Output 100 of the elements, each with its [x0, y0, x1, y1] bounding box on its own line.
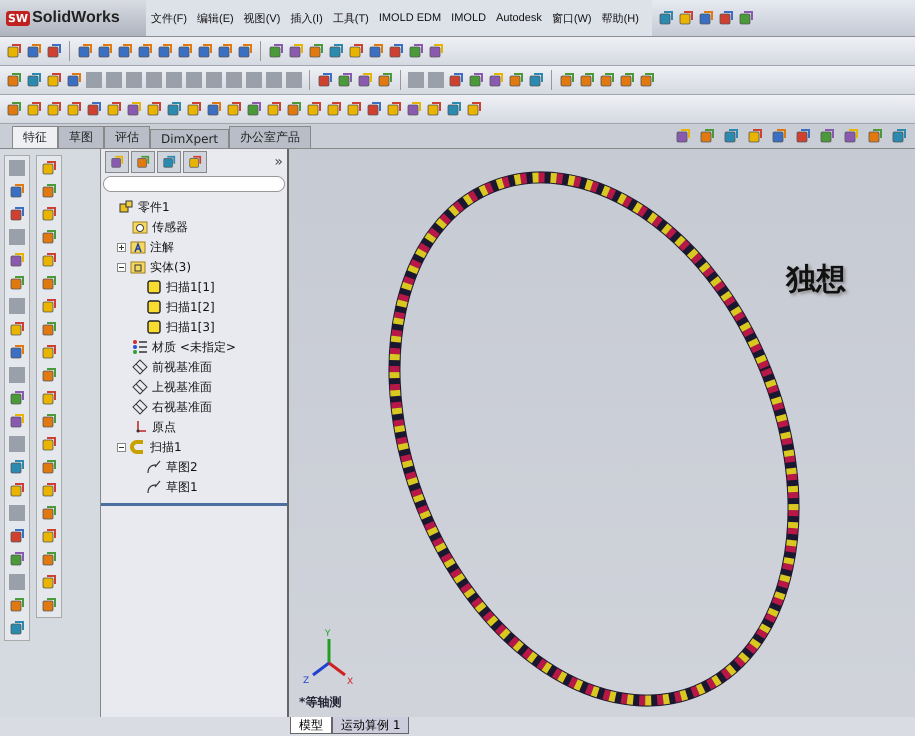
ribbon-tab[interactable]: DimXpert: [150, 129, 230, 148]
tool-icon[interactable]: [226, 101, 242, 117]
tool-icon[interactable]: [9, 206, 25, 222]
expand-toggle-icon[interactable]: [117, 242, 126, 252]
menu-item[interactable]: 视图(V): [238, 8, 286, 28]
tool-icon[interactable]: [41, 390, 57, 406]
tool-icon[interactable]: [186, 101, 202, 117]
tool-icon[interactable]: [508, 72, 524, 88]
tool-icon[interactable]: [41, 275, 57, 291]
menu-item[interactable]: 窗口(W): [546, 8, 597, 28]
panel-tab[interactable]: [105, 151, 129, 173]
tool-icon[interactable]: [41, 321, 57, 337]
tool-icon[interactable]: [117, 43, 133, 59]
ribbon-tab[interactable]: 特征: [12, 126, 58, 148]
tool-icon[interactable]: [41, 551, 57, 567]
tool-icon[interactable]: [137, 43, 153, 59]
tool-icon[interactable]: [337, 72, 353, 88]
collapse-toggle-icon[interactable]: [117, 262, 126, 272]
tool-icon[interactable]: [377, 72, 393, 88]
tool-icon[interactable]: [66, 72, 82, 88]
tool-icon[interactable]: [246, 101, 262, 117]
tree-item-label[interactable]: 上视基准面: [152, 378, 212, 396]
menu-item[interactable]: 工具(T): [328, 8, 374, 28]
tool-icon[interactable]: [468, 72, 484, 88]
ribbon-tab[interactable]: 办公室产品: [229, 126, 312, 148]
tool-icon[interactable]: [41, 344, 57, 360]
tool-icon[interactable]: [619, 72, 635, 88]
menu-item[interactable]: IMOLD: [446, 10, 492, 26]
tool-icon[interactable]: [110, 155, 124, 169]
tool-icon[interactable]: [46, 101, 62, 117]
tool-icon[interactable]: [217, 43, 233, 59]
tool-icon[interactable]: [9, 482, 25, 498]
tool-icon[interactable]: [448, 72, 464, 88]
tool-icon[interactable]: [771, 128, 787, 144]
tool-icon[interactable]: [528, 72, 544, 88]
tool-icon[interactable]: [6, 101, 22, 117]
tool-icon[interactable]: [41, 459, 57, 475]
tool-icon[interactable]: [579, 72, 595, 88]
tool-icon[interactable]: [237, 43, 253, 59]
tree-item-label[interactable]: 实体(3): [150, 258, 191, 276]
tool-icon[interactable]: [157, 43, 173, 59]
tool-icon[interactable]: [328, 43, 344, 59]
tool-icon[interactable]: [41, 206, 57, 222]
tool-icon[interactable]: [317, 72, 333, 88]
tool-icon[interactable]: [126, 101, 142, 117]
tool-icon[interactable]: [9, 413, 25, 429]
tool-icon[interactable]: [348, 43, 364, 59]
tool-icon[interactable]: [699, 128, 715, 144]
tool-icon[interactable]: [288, 43, 304, 59]
tool-icon[interactable]: [9, 275, 25, 291]
tool-icon[interactable]: [738, 10, 754, 26]
tool-icon[interactable]: [162, 155, 176, 169]
tool-icon[interactable]: [843, 128, 859, 144]
tool-icon[interactable]: [426, 101, 442, 117]
tool-icon[interactable]: [9, 551, 25, 567]
tool-icon[interactable]: [698, 10, 714, 26]
tool-icon[interactable]: [197, 43, 213, 59]
panel-tab[interactable]: [131, 151, 155, 173]
tool-icon[interactable]: [41, 252, 57, 268]
menu-item[interactable]: 帮助(H): [596, 8, 644, 28]
panel-tab[interactable]: [157, 151, 181, 173]
tool-icon[interactable]: [266, 101, 282, 117]
tree-item-label[interactable]: 传感器: [152, 218, 188, 236]
tool-icon[interactable]: [9, 528, 25, 544]
tree-item-label[interactable]: 原点: [152, 418, 176, 436]
tool-icon[interactable]: [366, 101, 382, 117]
menu-item[interactable]: 插入(I): [285, 8, 328, 28]
tool-icon[interactable]: [488, 72, 504, 88]
tool-icon[interactable]: [675, 128, 691, 144]
tool-icon[interactable]: [718, 10, 734, 26]
expand-panel-button[interactable]: »: [274, 154, 283, 170]
tree-item-label[interactable]: 材质 <未指定>: [152, 338, 236, 356]
tool-icon[interactable]: [9, 183, 25, 199]
tree-item-label[interactable]: 右视基准面: [152, 398, 212, 416]
tool-icon[interactable]: [177, 43, 193, 59]
tool-icon[interactable]: [599, 72, 615, 88]
tool-icon[interactable]: [446, 101, 462, 117]
tool-icon[interactable]: [97, 43, 113, 59]
tree-item-label[interactable]: 注解: [150, 238, 174, 256]
tool-icon[interactable]: [326, 101, 342, 117]
menu-item[interactable]: Autodesk: [491, 10, 547, 26]
model-tab[interactable]: 运动算例 1: [332, 717, 410, 734]
tool-icon[interactable]: [388, 43, 404, 59]
tool-icon[interactable]: [6, 43, 22, 59]
tool-icon[interactable]: [166, 101, 182, 117]
ribbon-tab[interactable]: 评估: [104, 126, 150, 148]
tool-icon[interactable]: [66, 101, 82, 117]
tool-icon[interactable]: [795, 128, 811, 144]
tool-icon[interactable]: [46, 72, 62, 88]
collapse-toggle-icon[interactable]: [117, 442, 126, 452]
tool-icon[interactable]: [357, 72, 373, 88]
tree-item-label[interactable]: 前视基准面: [152, 358, 212, 376]
tool-icon[interactable]: [286, 101, 302, 117]
tool-icon[interactable]: [428, 43, 444, 59]
tool-icon[interactable]: [26, 72, 42, 88]
ribbon-tab[interactable]: 草图: [58, 126, 104, 148]
tool-icon[interactable]: [723, 128, 739, 144]
tool-icon[interactable]: [41, 528, 57, 544]
tool-icon[interactable]: [6, 72, 22, 88]
tool-icon[interactable]: [408, 43, 424, 59]
